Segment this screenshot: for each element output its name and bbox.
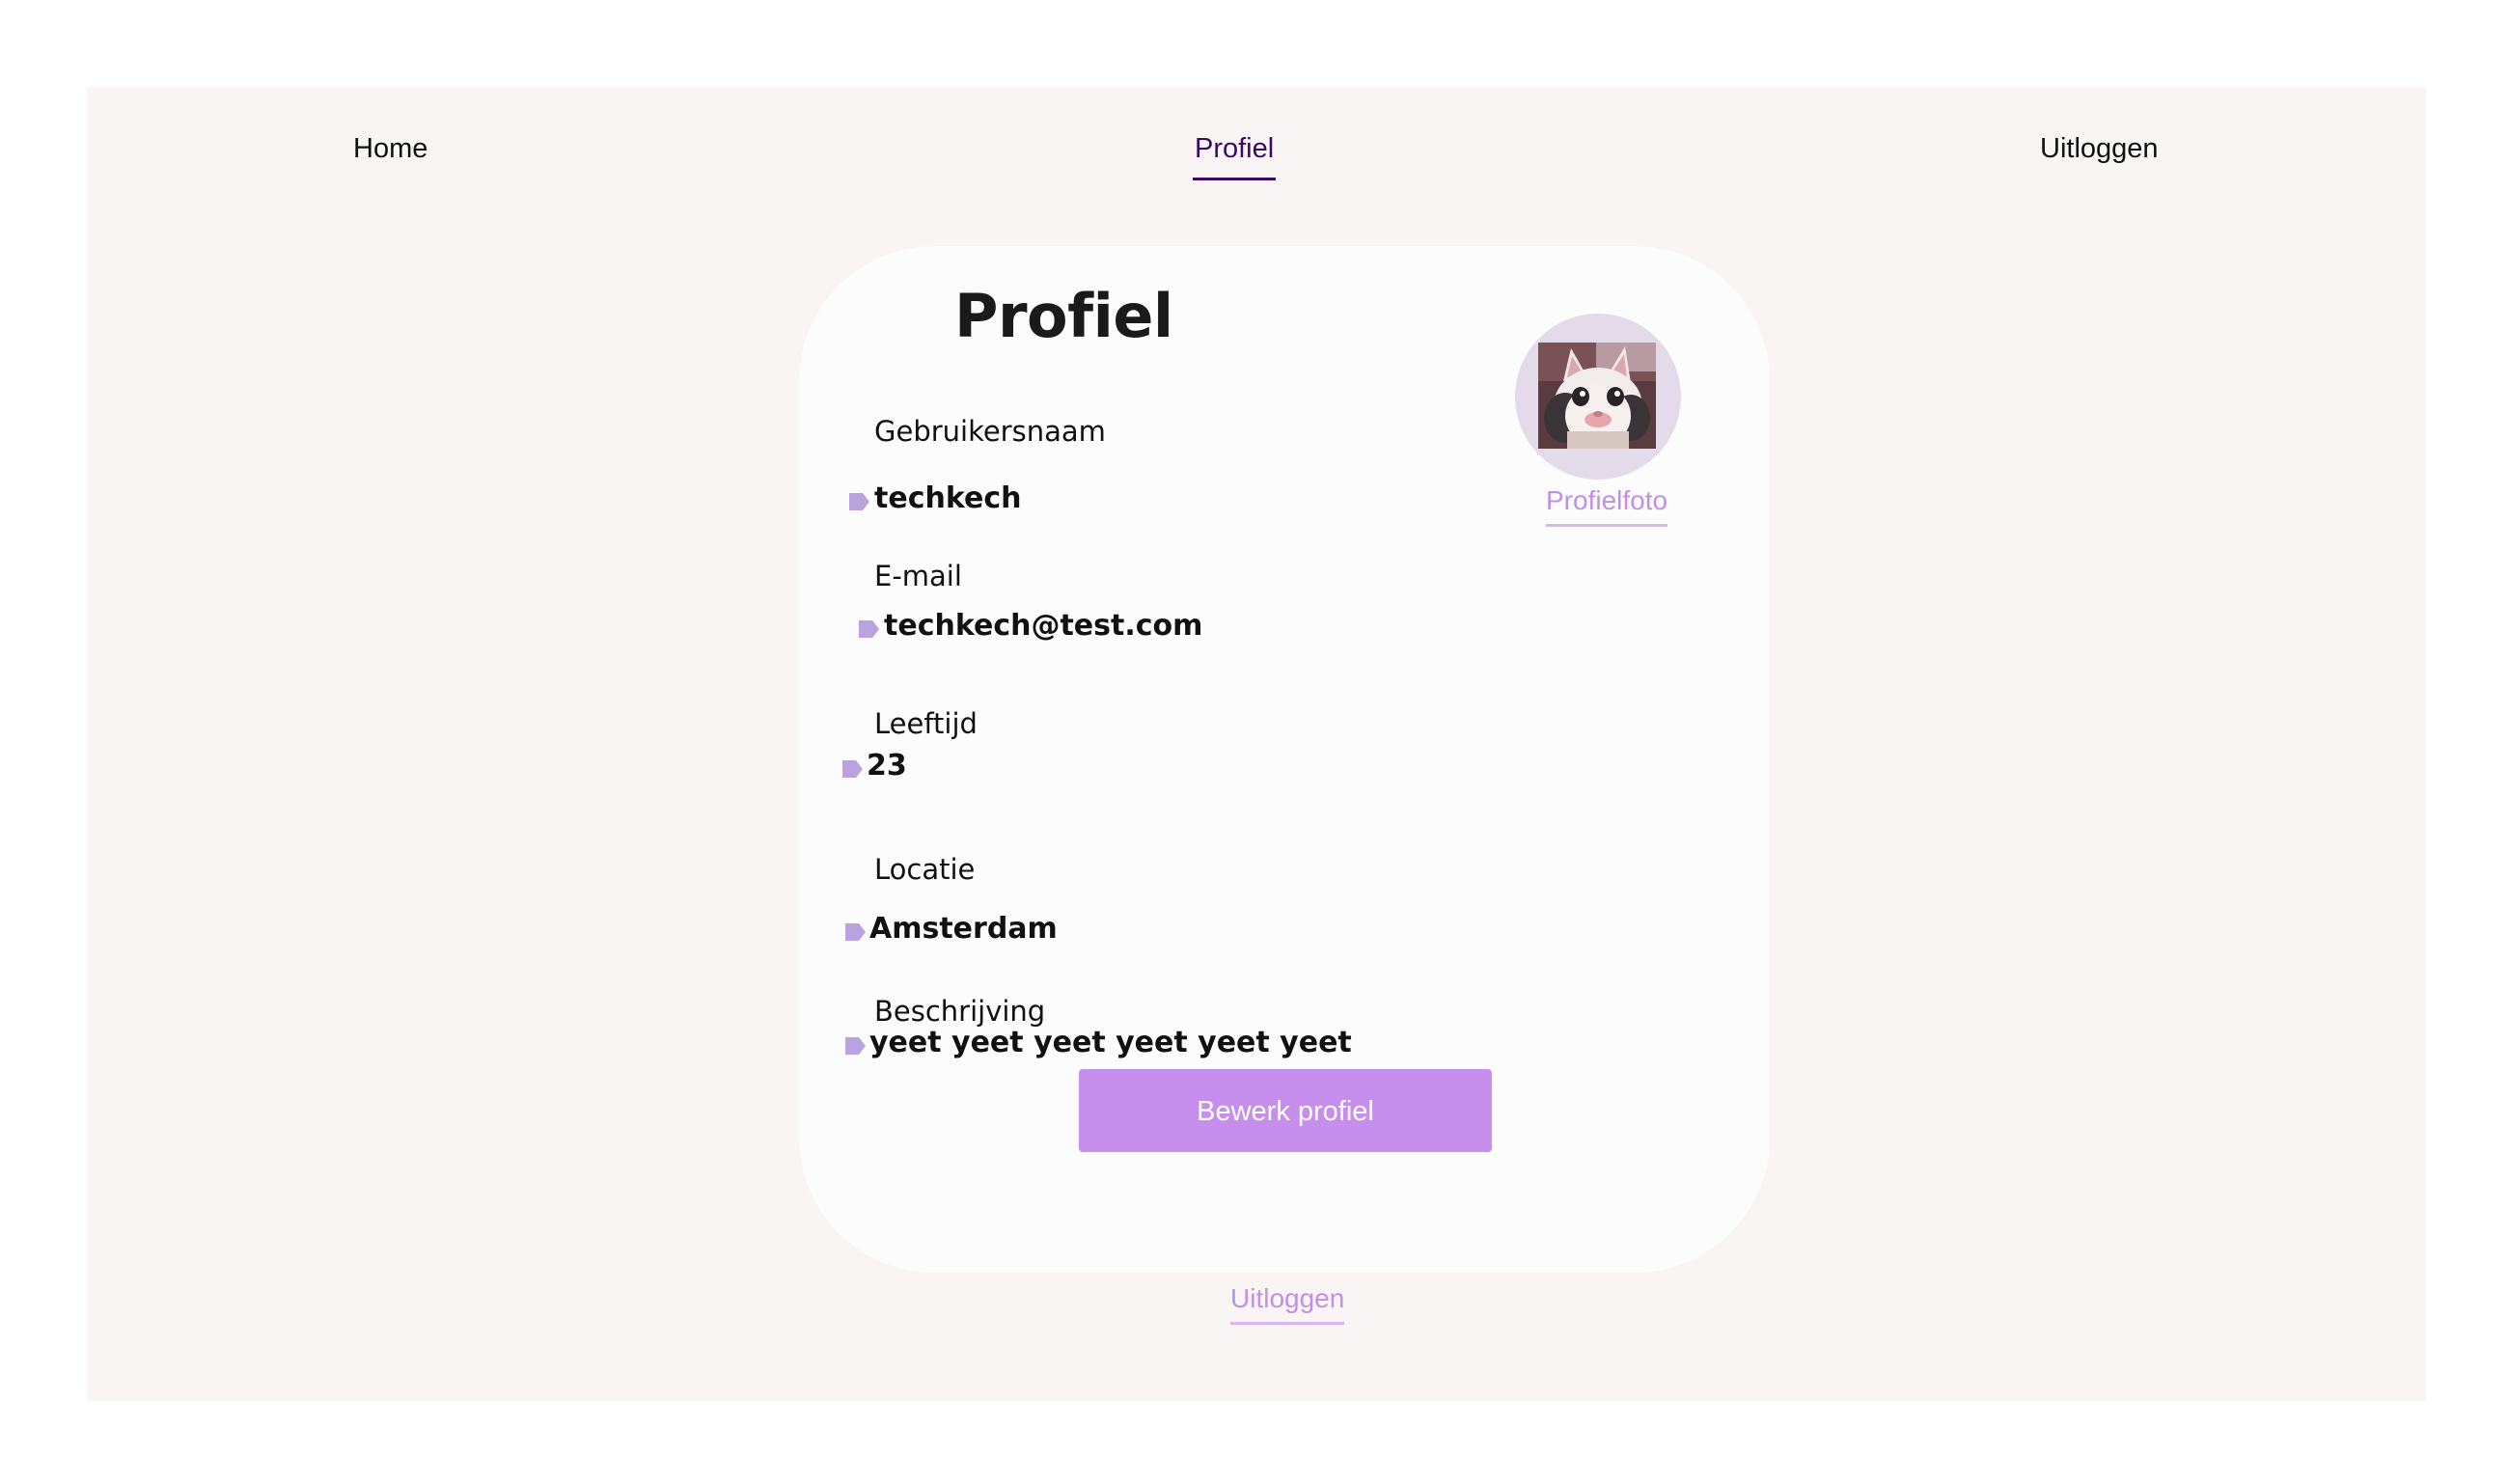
nav-logout-link[interactable]: Uitloggen (2040, 135, 2159, 163)
profile-photo-link[interactable]: Profielfoto (1546, 487, 1668, 527)
logout-link[interactable]: Uitloggen (1230, 1285, 1345, 1325)
age-label: Leeftijd (874, 707, 978, 740)
avatar[interactable] (1515, 314, 1681, 480)
location-label: Locatie (874, 853, 976, 886)
cat-avatar-image (1538, 343, 1656, 449)
nav-home-link[interactable]: Home (353, 135, 427, 163)
location-value: Amsterdam (869, 912, 1058, 946)
nav-profile-link[interactable]: Profiel (1192, 135, 1277, 180)
description-label: Beschrijving (874, 995, 1046, 1028)
page-title: Profiel (954, 281, 1173, 351)
username-label: Gebruikersnaam (874, 415, 1106, 448)
page-background: Home Profiel Uitloggen Profiel Gebruiker… (87, 87, 2426, 1401)
edit-profile-button[interactable]: Bewerk profiel (1079, 1069, 1492, 1152)
email-label: E-mail (874, 560, 962, 592)
description-value: yeet yeet yeet yeet yeet yeet (869, 1026, 1352, 1059)
username-value: techkech (874, 481, 1022, 515)
age-value: 23 (867, 749, 907, 783)
email-value: techkech@test.com (884, 609, 1203, 643)
